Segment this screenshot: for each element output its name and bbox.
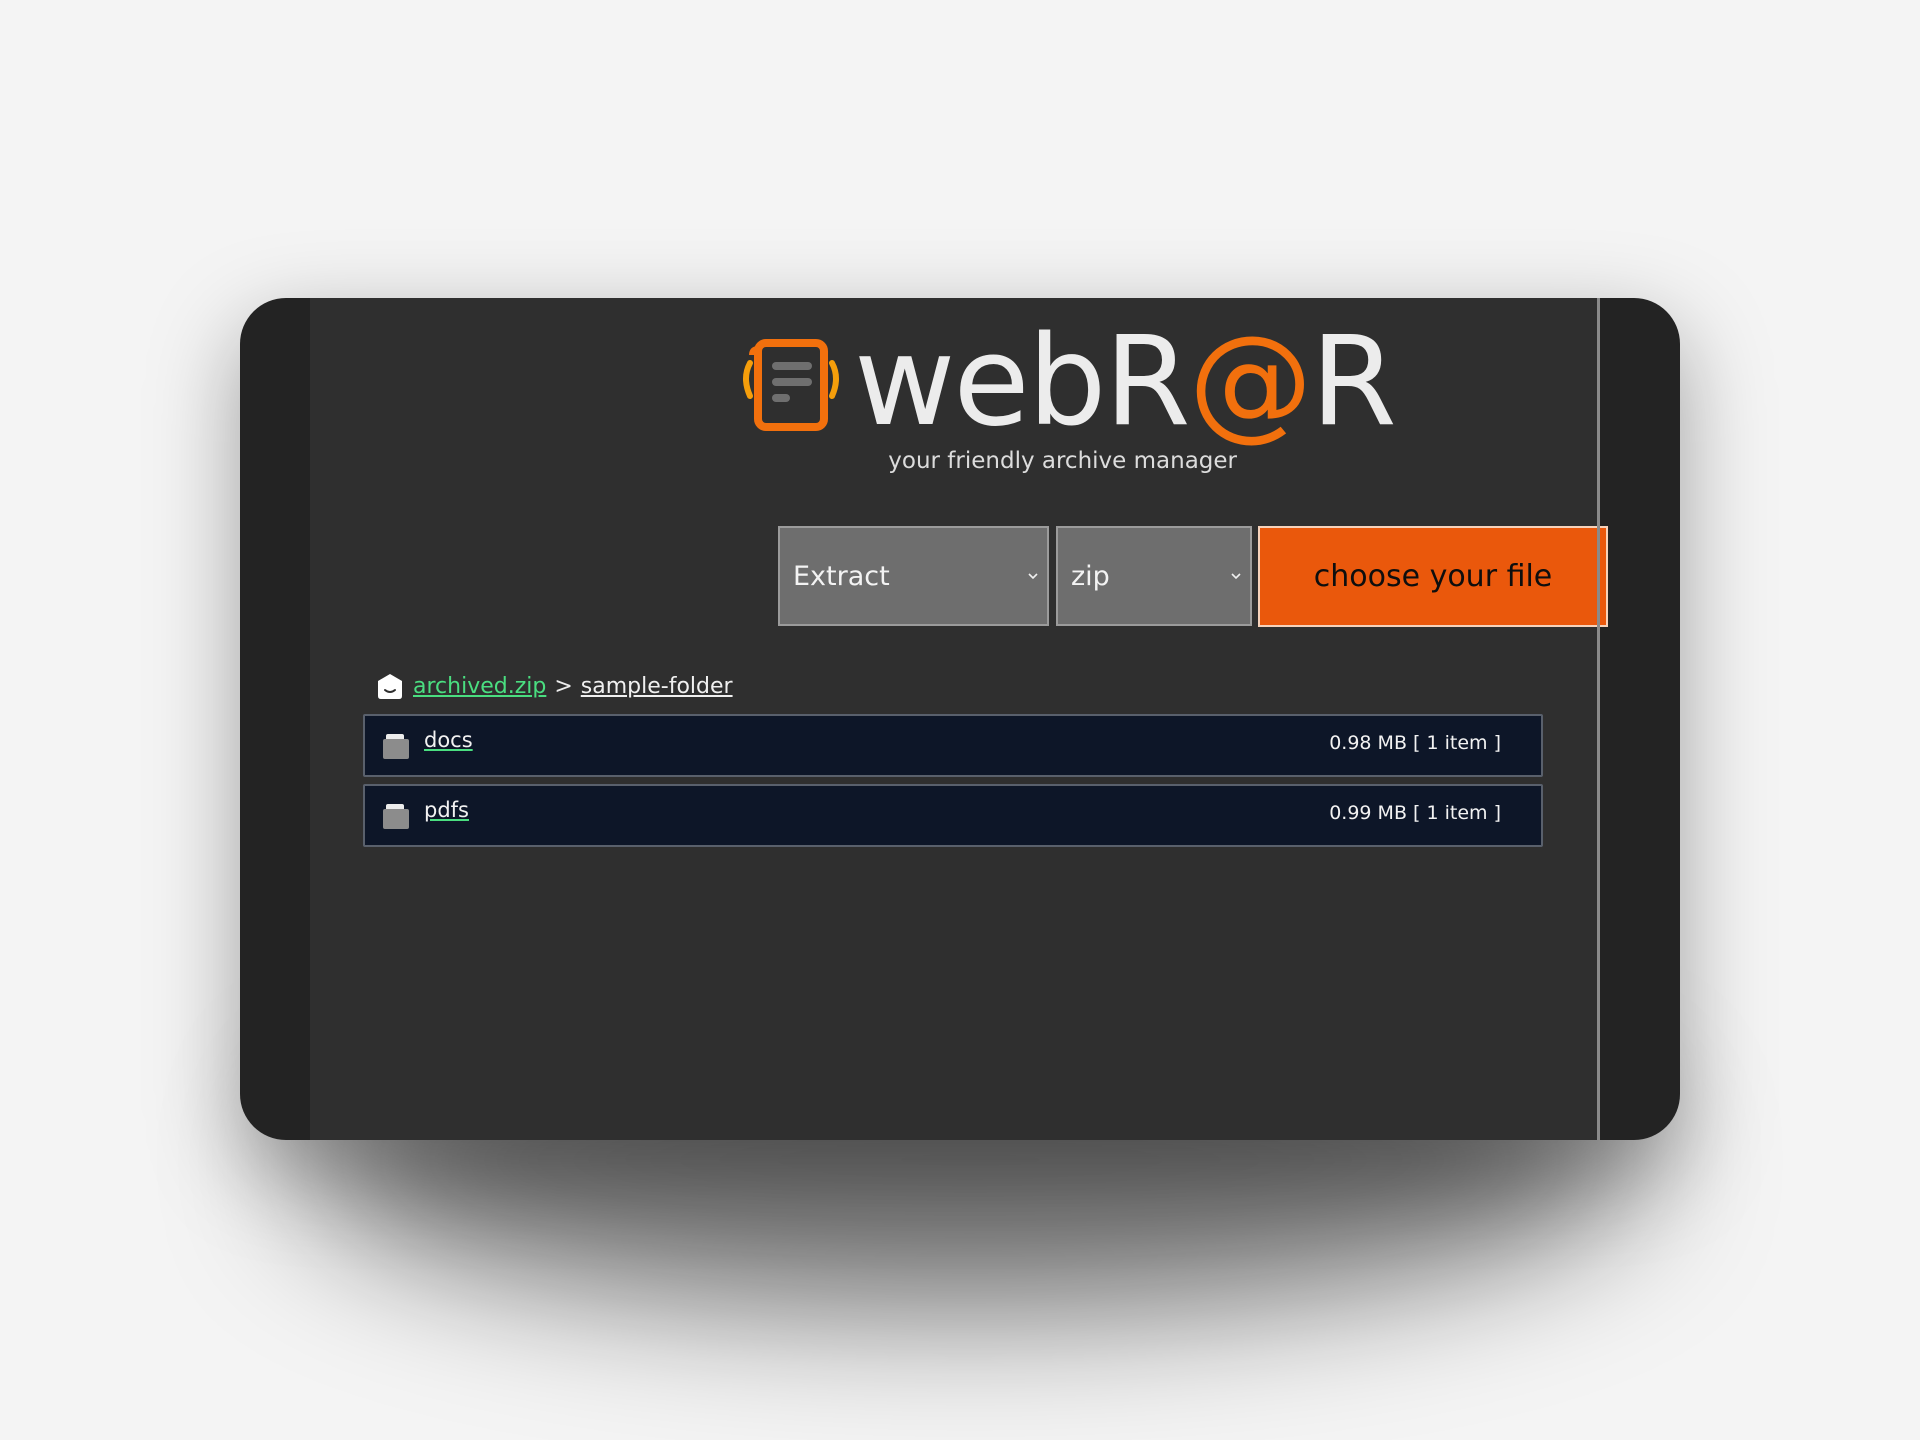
- app-logo-text: webR@R: [854, 320, 1397, 444]
- breadcrumb: archived.zip > sample-folder: [376, 670, 733, 702]
- mode-select-value: Extract: [793, 560, 890, 592]
- main-content: webR@R your friendly archive manager Ext…: [310, 298, 1608, 1140]
- file-item-count: [ 1 item ]: [1413, 732, 1501, 754]
- app-window: webR@R your friendly archive manager Ext…: [240, 298, 1680, 1140]
- chevron-down-icon: [1231, 573, 1241, 580]
- file-meta: 0.98 MB [ 1 item ]: [1329, 732, 1501, 754]
- file-list: docs 0.98 MB [ 1 item ] pdfs 0.99 MB [ 1…: [363, 714, 1543, 854]
- app-tagline: your friendly archive manager: [888, 448, 1237, 474]
- list-item[interactable]: pdfs 0.99 MB [ 1 item ]: [363, 784, 1543, 847]
- scrollbar-divider: [1597, 298, 1600, 1140]
- logo-text-pre: webR: [854, 310, 1191, 454]
- choose-file-button[interactable]: choose your file: [1258, 526, 1608, 627]
- file-size: 0.98 MB: [1329, 732, 1407, 754]
- page-background: webR@R your friendly archive manager Ext…: [0, 0, 1920, 1440]
- file-size: 0.99 MB: [1329, 802, 1407, 824]
- logo-text-post: R: [1310, 310, 1397, 454]
- breadcrumb-root-link[interactable]: archived.zip: [413, 674, 546, 699]
- folder-icon: [383, 804, 409, 829]
- file-item-count: [ 1 item ]: [1413, 802, 1501, 824]
- home-icon[interactable]: [376, 672, 404, 700]
- list-item[interactable]: docs 0.98 MB [ 1 item ]: [363, 714, 1543, 777]
- format-select[interactable]: zip: [1056, 526, 1252, 626]
- file-name-link[interactable]: pdfs: [424, 798, 469, 822]
- breadcrumb-separator: >: [554, 673, 573, 699]
- folder-icon: [383, 734, 409, 759]
- breadcrumb-current-folder[interactable]: sample-folder: [581, 674, 733, 699]
- archive-logo-icon: [743, 339, 839, 431]
- mode-select[interactable]: Extract: [778, 526, 1049, 626]
- chevron-down-icon: [1028, 573, 1038, 580]
- file-meta: 0.99 MB [ 1 item ]: [1329, 802, 1501, 824]
- file-name-link[interactable]: docs: [424, 728, 473, 752]
- logo-text-at: @: [1188, 310, 1313, 454]
- format-select-value: zip: [1071, 560, 1110, 592]
